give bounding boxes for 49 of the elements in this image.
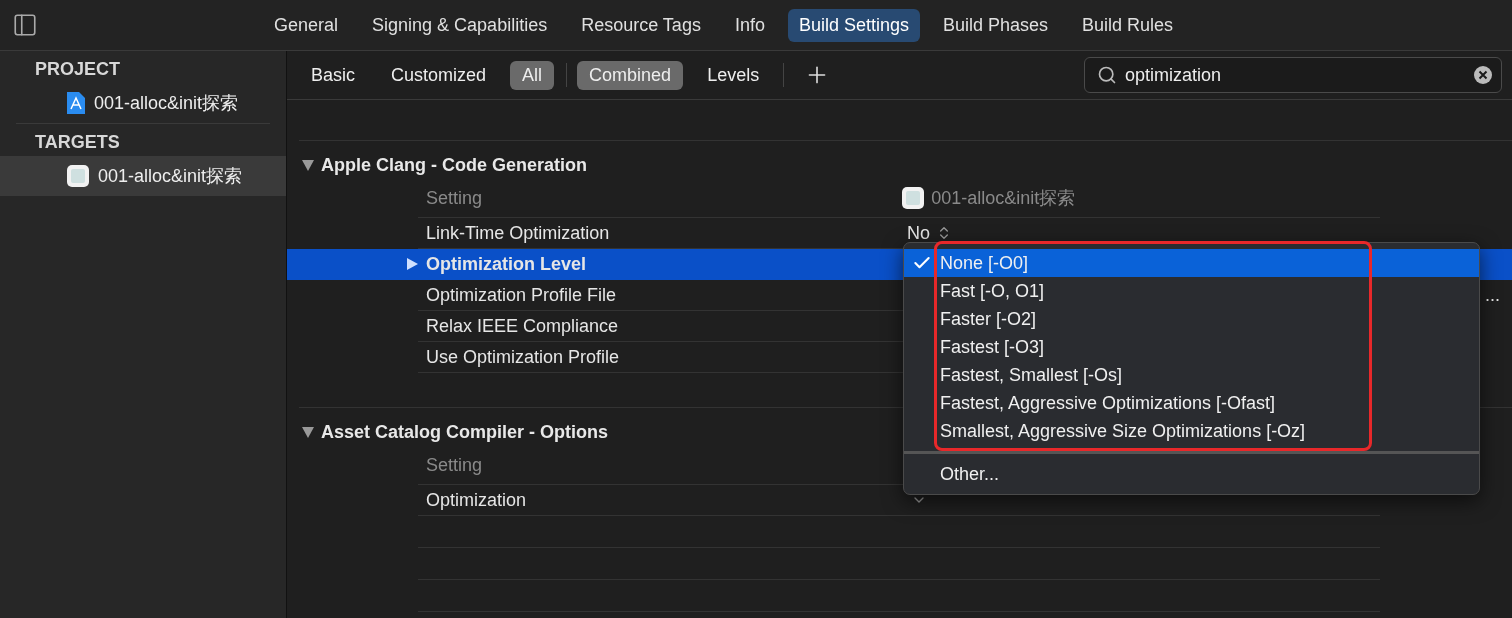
disclosure-triangle-icon[interactable] (301, 158, 315, 172)
menu-item[interactable]: Fastest [-O3] (904, 333, 1479, 361)
setting-name: Optimization Level (426, 253, 587, 275)
column-header: 001-alloc&init探索 (931, 187, 1076, 210)
setting-name: Optimization Profile File (426, 284, 617, 306)
menu-item[interactable]: Fastest, Aggressive Optimizations [-Ofast] (904, 389, 1479, 417)
scope-filter-button[interactable]: All (510, 60, 555, 90)
scope-filter-button[interactable]: Basic (299, 60, 367, 90)
setting-name: Optimization (426, 489, 527, 511)
search-field[interactable]: optimization (1084, 57, 1502, 93)
setting-name: Relax IEEE Compliance (426, 315, 619, 337)
editor-tab[interactable]: Build Settings (787, 8, 920, 42)
expand-triangle-icon[interactable] (406, 257, 419, 271)
section-title: Asset Catalog Compiler - Options (321, 421, 609, 443)
editor-tab[interactable]: General (263, 8, 350, 42)
view-mode-button[interactable]: Combined (577, 60, 684, 90)
editor-tab[interactable]: Resource Tags (570, 8, 712, 42)
app-target-icon (66, 164, 90, 188)
disclosure-triangle-icon[interactable] (301, 425, 315, 439)
sidebar-group-title: PROJECT (34, 58, 122, 81)
menu-item[interactable]: Fastest, Smallest [-Os] (904, 361, 1479, 389)
menu-item[interactable]: None [-O0] (904, 249, 1479, 277)
editor-tab[interactable]: Signing & Capabilities (361, 8, 559, 42)
editor-tab[interactable]: Build Rules (1071, 8, 1185, 42)
column-header: Setting (426, 187, 483, 209)
setting-value: ... (1485, 284, 1500, 306)
editor-tab[interactable]: Build Phases (932, 8, 1060, 42)
setting-name: Link-Time Optimization (426, 222, 610, 244)
view-mode-button[interactable]: Levels (695, 60, 772, 90)
menu-item[interactable]: Faster [-O2] (904, 305, 1479, 333)
search-icon[interactable] (1097, 65, 1117, 85)
sidebar-item-label: 001-alloc&init探索 (94, 92, 239, 115)
sidebar-toggle-icon[interactable] (12, 12, 38, 38)
app-target-icon (901, 186, 926, 210)
sidebar-item[interactable]: 001-alloc&init探索 (0, 156, 286, 196)
clear-icon[interactable] (1473, 65, 1493, 85)
project-file-icon (66, 91, 86, 115)
setting-name: Use Optimization Profile (426, 346, 620, 368)
section-title: Apple Clang - Code Generation (321, 154, 588, 176)
menu-item[interactable]: Other... (904, 454, 1479, 494)
sidebar-group-title: TARGETS (34, 131, 121, 154)
sidebar-item-label: 001-alloc&init探索 (98, 165, 243, 188)
scope-filter-button[interactable]: Customized (379, 60, 499, 90)
editor-tab[interactable]: Info (723, 8, 776, 42)
column-header: Setting (426, 454, 483, 476)
menu-item[interactable]: Smallest, Aggressive Size Optimizations [-Oz] (904, 417, 1479, 445)
sidebar-item[interactable]: 001-alloc&init探索 (0, 83, 286, 123)
setting-value: No (907, 222, 930, 244)
menu-item[interactable]: Fast [-O, O1] (904, 277, 1479, 305)
